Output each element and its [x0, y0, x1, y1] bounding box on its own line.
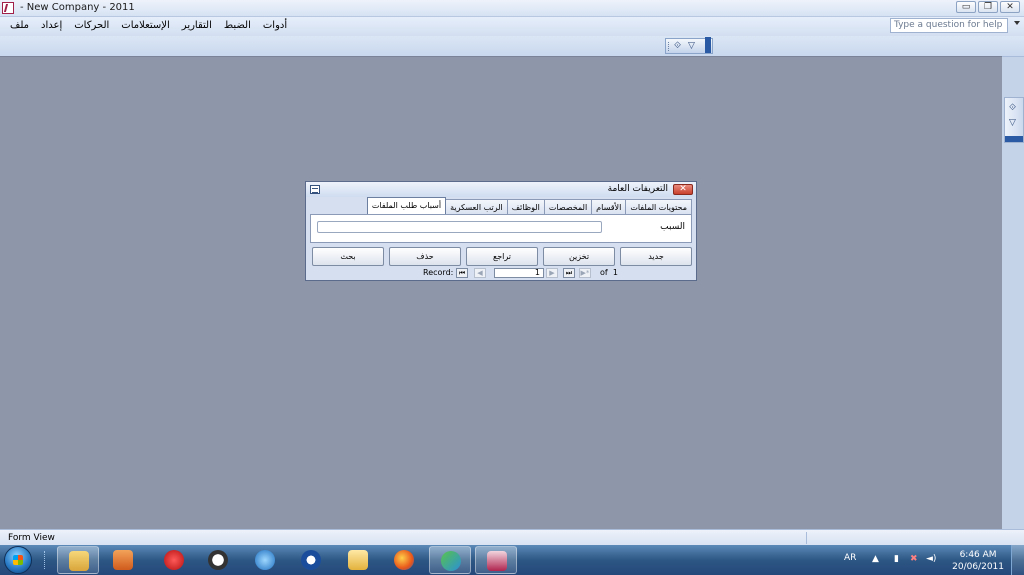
side-toolbar: ⟐ ▽ — [1004, 97, 1024, 143]
tab-departments[interactable]: الأقسام — [591, 199, 627, 214]
reason-label: السبب — [660, 222, 685, 232]
access-icon — [487, 551, 507, 571]
minimize-button[interactable]: ▭ — [956, 1, 976, 13]
toolbar-grip[interactable] — [668, 42, 671, 51]
menu-transactions[interactable]: الحركات — [74, 19, 109, 32]
language-indicator[interactable]: AR — [844, 553, 856, 563]
toolbar-options-icon[interactable] — [705, 37, 711, 53]
firefox-icon — [394, 550, 414, 570]
status-separator — [806, 532, 807, 544]
last-record-button[interactable]: ⏭ — [563, 268, 575, 278]
form-title: التعريفات العامة — [607, 184, 668, 194]
menu-control[interactable]: الضبط — [224, 19, 251, 32]
filter-toolbar: ⟐ ▽ — [665, 37, 713, 54]
side-toolbar-options-icon[interactable] — [1005, 136, 1023, 142]
window-title: - New Company - 2011 — [20, 2, 135, 13]
menu-queries[interactable]: الإستعلامات — [121, 19, 170, 32]
tab-file-contents[interactable]: محتويات الملفات — [625, 199, 692, 214]
record-navigator: Record: ⏮ ◀ 1 ▶ ⏭ ▶* of 1 — [306, 268, 696, 280]
menu-reports[interactable]: التقارير — [182, 19, 212, 32]
save-button[interactable]: تخزين — [543, 247, 615, 266]
help-search-input[interactable]: Type a question for help — [890, 18, 1008, 33]
tab-jobs[interactable]: الوظائف — [506, 199, 545, 214]
record-of-label: of 1 — [600, 268, 618, 277]
new-record-button[interactable]: ▶* — [579, 268, 591, 278]
reason-input[interactable] — [317, 221, 602, 233]
media-player-icon — [113, 550, 133, 570]
mail-icon — [348, 550, 368, 570]
taskbar-firefox[interactable] — [383, 546, 425, 574]
taskbar-internet-explorer[interactable] — [244, 546, 286, 574]
menu-setup[interactable]: إعداد — [41, 19, 62, 32]
form-title-bar: التعريفات العامة ✕ — [306, 182, 696, 197]
toolbar-row: ⟐ ▽ — [0, 36, 1024, 57]
show-hidden-icons-icon[interactable]: ▲ — [872, 554, 882, 565]
access-app-icon[interactable] — [2, 2, 14, 14]
filter-by-selection-icon[interactable]: ⟐ — [674, 41, 684, 51]
taskbar-media-player[interactable] — [102, 546, 144, 574]
clock-time: 6:46 AM — [959, 550, 997, 560]
tab-military-ranks[interactable]: الرتب العسكرية — [445, 199, 508, 214]
delete-button[interactable]: حذف — [389, 247, 461, 266]
status-bar: Form View — [0, 529, 1024, 546]
system-tray: AR ▲ ▮ ✖ ◄) 6:46 AM 20/06/2011 — [814, 545, 1024, 575]
messenger-icon — [441, 551, 461, 571]
window-title-bar: - New Company - 2011 ▭ ❐ ✕ — [0, 0, 1024, 17]
clock-date: 20/06/2011 — [952, 562, 1004, 572]
filter-icon[interactable]: ▽ — [688, 41, 698, 51]
next-record-button[interactable]: ▶ — [546, 268, 558, 278]
menu-tools[interactable]: أدوات — [263, 19, 287, 32]
new-button[interactable]: جديد — [620, 247, 692, 266]
tab-panel: السبب — [310, 214, 692, 243]
taskbar-mail[interactable] — [337, 546, 379, 574]
undo-button[interactable]: تراجع — [466, 247, 538, 266]
volume-icon[interactable]: ◄) — [926, 554, 936, 565]
taskbar-grip — [44, 551, 48, 569]
start-button[interactable] — [4, 546, 32, 574]
menu-file[interactable]: ملف — [10, 19, 29, 32]
clock[interactable]: 6:46 AM 20/06/2011 — [952, 549, 1004, 573]
battery-icon[interactable]: ▮ — [894, 554, 904, 565]
menu-items: ملف إعداد الحركات الإستعلامات التقارير ا… — [10, 19, 287, 32]
search-button[interactable]: بحث — [312, 247, 384, 266]
first-record-button[interactable]: ⏮ — [456, 268, 468, 278]
current-record-input[interactable]: 1 — [494, 268, 544, 278]
taskbar: AR ▲ ▮ ✖ ◄) 6:46 AM 20/06/2011 — [0, 545, 1024, 575]
taskbar-clock-app[interactable] — [197, 546, 239, 574]
taskbar-access[interactable] — [475, 546, 517, 574]
command-buttons: جديد تخزين تراجع حذف بحث — [312, 247, 692, 267]
tab-file-request-reasons[interactable]: أسباب طلب الملفات — [366, 197, 447, 214]
record-label: Record: — [423, 268, 454, 277]
side-filter-selection-icon[interactable]: ⟐ — [1009, 103, 1019, 113]
general-definitions-form: التعريفات العامة ✕ محتويات الملفات الأقس… — [305, 181, 697, 281]
previous-record-button[interactable]: ◀ — [474, 268, 486, 278]
taskbar-pin[interactable] — [153, 546, 195, 574]
pin-icon — [164, 550, 184, 570]
side-filter-icon[interactable]: ▽ — [1009, 118, 1019, 128]
user-icon — [301, 550, 321, 570]
internet-explorer-icon — [255, 550, 275, 570]
menu-bar: ملف إعداد الحركات الإستعلامات التقارير ا… — [0, 17, 1024, 36]
form-close-button[interactable]: ✕ — [673, 184, 693, 195]
taskbar-folder[interactable] — [57, 546, 99, 574]
form-tabs: محتويات الملفات الأقسام المخصصات الوظائف… — [366, 197, 692, 214]
form-icon[interactable] — [310, 185, 320, 194]
folder-icon — [69, 551, 89, 571]
tab-allocations[interactable]: المخصصات — [543, 199, 593, 214]
mdi-workspace — [0, 56, 1002, 530]
close-window-button[interactable]: ✕ — [1000, 1, 1020, 13]
status-text: Form View — [8, 533, 55, 543]
window-controls: ▭ ❐ ✕ — [956, 1, 1020, 13]
clock-app-icon — [208, 550, 228, 570]
show-desktop-button[interactable] — [1011, 545, 1024, 575]
taskbar-user[interactable] — [290, 546, 332, 574]
taskbar-messenger[interactable] — [429, 546, 471, 574]
help-dropdown-icon[interactable] — [1014, 21, 1020, 25]
network-icon[interactable]: ✖ — [910, 554, 920, 565]
restore-button[interactable]: ❐ — [978, 1, 998, 13]
